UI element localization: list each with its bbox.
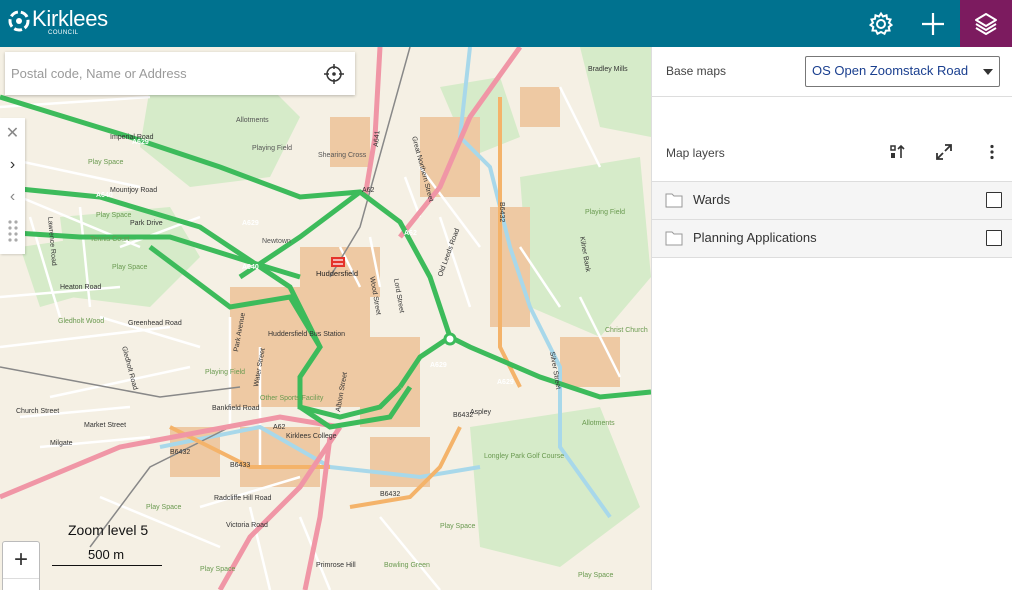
svg-text:B6432: B6432 — [380, 491, 400, 498]
gear-icon — [868, 11, 894, 35]
svg-text:Play Space: Play Space — [96, 212, 132, 219]
svg-text:A62: A62 — [362, 187, 375, 194]
svg-text:Gledholt Wood: Gledholt Wood — [58, 318, 104, 325]
expand-icon[interactable] — [934, 142, 954, 162]
svg-text:Play Space: Play Space — [146, 504, 182, 511]
svg-text:Kirklees College: Kirklees College — [286, 433, 337, 440]
svg-text:Playing Field: Playing Field — [252, 145, 292, 152]
svg-text:Huddersfield: Huddersfield — [316, 269, 358, 278]
svg-text:Bradley Mills: Bradley Mills — [588, 66, 628, 73]
layer-label: Wards — [693, 192, 731, 207]
layer-checkbox-wards[interactable] — [986, 192, 1002, 208]
svg-text:Mountjoy Road: Mountjoy Road — [110, 187, 157, 194]
svg-text:Tennis Court: Tennis Court — [90, 236, 129, 243]
locate-crosshair-icon[interactable] — [323, 63, 345, 85]
drag-handle-icon[interactable] — [0, 216, 25, 246]
layers-panel: Base maps OS Open Zoomstack Road Map lay… — [651, 47, 1012, 590]
svg-text:A629: A629 — [132, 139, 149, 146]
svg-text:Longley Park Golf Course: Longley Park Golf Course — [484, 453, 564, 460]
svg-text:A629: A629 — [497, 379, 514, 386]
svg-text:A640: A640 — [242, 264, 259, 271]
base-maps-row: Base maps OS Open Zoomstack Road — [652, 47, 1012, 97]
svg-text:Christ Church: Christ Church — [605, 327, 648, 334]
logo-text: Kirklees — [32, 6, 108, 31]
svg-text:A62: A62 — [273, 424, 286, 431]
layers-icon — [975, 12, 997, 35]
railway-station-icon — [331, 257, 345, 267]
map-layers-label: Map layers — [666, 146, 725, 160]
svg-text:B6432: B6432 — [498, 202, 505, 222]
svg-text:Primrose Hill: Primrose Hill — [316, 562, 356, 569]
svg-text:Newtown: Newtown — [262, 238, 291, 245]
layers-button[interactable] — [960, 0, 1012, 47]
zoom-out-button[interactable]: − — [3, 579, 39, 590]
map-side-toolbar: ✕ › ‹ — [0, 118, 25, 254]
layer-row-wards[interactable]: Wards — [652, 181, 1012, 219]
svg-text:Play Space: Play Space — [440, 523, 476, 530]
svg-text:Other Sports Facility: Other Sports Facility — [260, 395, 324, 402]
settings-button[interactable] — [855, 0, 907, 47]
folder-icon — [665, 231, 683, 246]
svg-text:Playing Field: Playing Field — [585, 209, 625, 216]
svg-text:Shearing Cross: Shearing Cross — [318, 152, 367, 159]
svg-text:Milgate: Milgate — [50, 440, 73, 447]
search-box — [5, 52, 355, 95]
svg-text:Park Drive: Park Drive — [130, 220, 163, 227]
scale-label: 500 m — [88, 547, 125, 562]
chevron-left-icon[interactable]: ‹ — [0, 182, 25, 212]
svg-text:Victoria Road: Victoria Road — [226, 522, 268, 529]
plus-icon — [922, 12, 944, 35]
svg-text:Bowling Green: Bowling Green — [384, 562, 430, 569]
base-map-select[interactable]: OS Open Zoomstack Road — [805, 56, 1000, 87]
base-map-selected-value: OS Open Zoomstack Road — [812, 63, 969, 78]
more-vertical-icon[interactable] — [982, 142, 1002, 162]
svg-text:Lord Street: Lord Street — [392, 278, 405, 313]
scale-bar — [52, 565, 162, 566]
zoom-in-button[interactable]: + — [3, 542, 39, 579]
map-tiles[interactable]: Allotments Playing Field Shearing Cross … — [0, 47, 651, 590]
logo-subtext: COUNCIL — [48, 30, 79, 36]
zoom-controls: + − — [2, 541, 40, 590]
svg-text:A62: A62 — [404, 230, 417, 237]
close-icon[interactable]: ✕ — [0, 118, 25, 148]
svg-text:Radcliffe Hill Road: Radcliffe Hill Road — [214, 495, 272, 502]
layer-row-planning-applications[interactable]: Planning Applications — [652, 219, 1012, 258]
caret-down-icon — [983, 69, 993, 75]
search-input[interactable] — [5, 52, 311, 95]
svg-text:Play Space: Play Space — [578, 572, 614, 579]
add-button[interactable] — [907, 0, 959, 47]
svg-text:Huddersfield Bus Station: Huddersfield Bus Station — [268, 331, 345, 338]
svg-text:Bankfield Road: Bankfield Road — [212, 405, 260, 412]
chevron-right-icon[interactable]: › — [0, 150, 25, 180]
svg-text:Greenhead Road: Greenhead Road — [128, 320, 182, 327]
svg-text:Heaton Road: Heaton Road — [60, 284, 101, 291]
svg-text:Market Street: Market Street — [84, 422, 126, 429]
svg-text:Church Street: Church Street — [16, 408, 59, 415]
svg-text:Allotments: Allotments — [582, 420, 615, 427]
base-maps-label: Base maps — [666, 64, 727, 78]
svg-text:Play Space: Play Space — [88, 159, 124, 166]
svg-text:Allotments: Allotments — [236, 117, 269, 124]
zoom-level-label: Zoom level 5 — [68, 522, 149, 538]
folder-icon — [665, 193, 683, 208]
svg-text:Play Space: Play Space — [112, 264, 148, 271]
map-canvas[interactable]: Allotments Playing Field Shearing Cross … — [0, 47, 651, 590]
svg-text:B6432: B6432 — [170, 449, 190, 456]
app-header: Kirklees COUNCIL — [0, 0, 1012, 47]
layer-label: Planning Applications — [693, 230, 817, 245]
svg-text:A629: A629 — [430, 362, 447, 369]
svg-text:A640: A640 — [96, 192, 113, 199]
svg-text:A641: A641 — [373, 130, 381, 147]
sort-icon[interactable] — [888, 142, 908, 162]
layer-checkbox-planning-applications[interactable] — [986, 230, 1002, 246]
svg-text:A629: A629 — [242, 220, 259, 227]
svg-text:B6432: B6432 — [453, 412, 473, 419]
svg-text:Gledholt Road: Gledholt Road — [120, 346, 138, 391]
logo-swirl-icon — [8, 10, 30, 32]
svg-text:Playing Field: Playing Field — [205, 369, 245, 376]
kirklees-logo[interactable]: Kirklees COUNCIL — [8, 8, 108, 40]
svg-text:B6433: B6433 — [230, 462, 250, 469]
svg-text:Play Space: Play Space — [200, 566, 236, 573]
